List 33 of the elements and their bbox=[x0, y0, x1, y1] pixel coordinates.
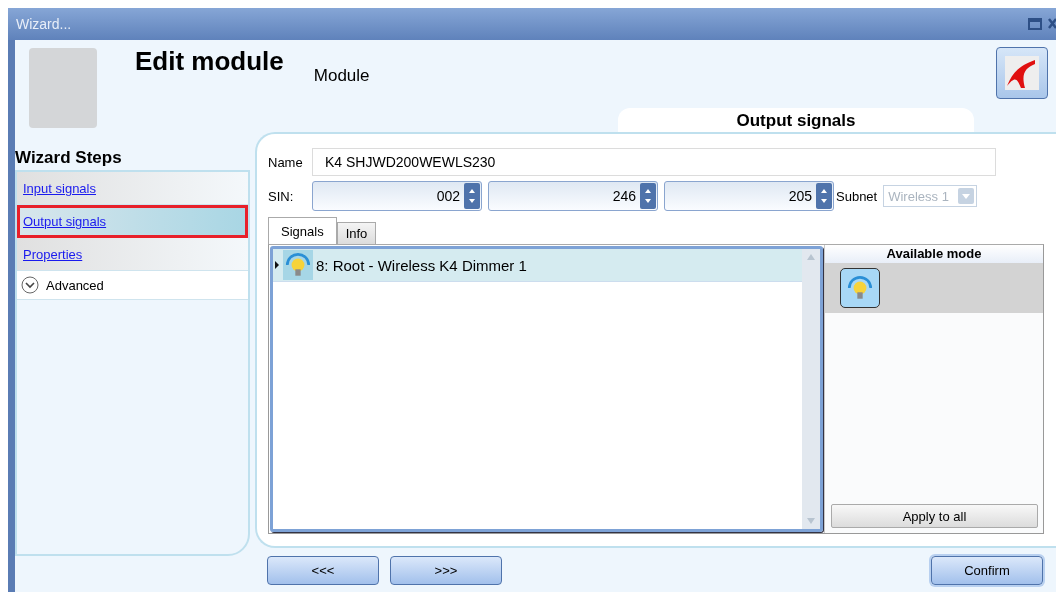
wizard-step-link[interactable]: Input signals bbox=[17, 172, 248, 205]
page-title: Edit module bbox=[135, 46, 284, 77]
wizard-step-link[interactable]: Properties bbox=[17, 238, 248, 271]
page-subtitle: Module bbox=[313, 66, 370, 86]
wizard-step-link[interactable]: Output signals bbox=[17, 205, 248, 238]
wizard-steps-heading: Wizard Steps bbox=[15, 148, 123, 169]
advanced-label[interactable]: Advanced bbox=[46, 277, 104, 293]
pdf-icon bbox=[1005, 56, 1039, 90]
window-title: Wizard... bbox=[16, 16, 72, 32]
sin-label: SIN: bbox=[268, 188, 295, 204]
close-icon[interactable] bbox=[1048, 18, 1056, 30]
tab[interactable]: Info bbox=[336, 222, 377, 244]
next-button[interactable]: >>> bbox=[390, 556, 502, 585]
confirm-button[interactable]: Confirm bbox=[931, 556, 1043, 585]
signal-row[interactable]: 8: Root - Wireless K4 Dimmer 1 bbox=[273, 249, 802, 282]
sin-spinner[interactable]: 246 bbox=[488, 181, 658, 211]
pdf-button[interactable] bbox=[996, 47, 1048, 99]
maximize-icon[interactable] bbox=[1028, 18, 1042, 30]
name-label: Name bbox=[268, 154, 304, 170]
apply-to-all-button[interactable]: Apply to all bbox=[831, 504, 1038, 528]
mode-button[interactable] bbox=[840, 268, 880, 308]
chevron-down-icon[interactable] bbox=[21, 276, 39, 294]
subnet-label: Subnet bbox=[836, 188, 878, 204]
tab[interactable]: Signals bbox=[268, 217, 337, 244]
name-field[interactable]: K4 SHJWD200WEWLS230 bbox=[312, 148, 996, 176]
spinner-arrows-icon[interactable] bbox=[640, 183, 656, 209]
spinner-arrows-icon[interactable] bbox=[464, 183, 480, 209]
sin-spinner[interactable]: 205 bbox=[664, 181, 834, 211]
expand-arrow-icon[interactable] bbox=[274, 260, 280, 270]
available-mode-heading: Available mode bbox=[825, 245, 1043, 263]
sin-spinner[interactable]: 002 bbox=[312, 181, 482, 211]
spinner-arrows-icon[interactable] bbox=[816, 183, 832, 209]
back-button[interactable]: <<< bbox=[267, 556, 379, 585]
